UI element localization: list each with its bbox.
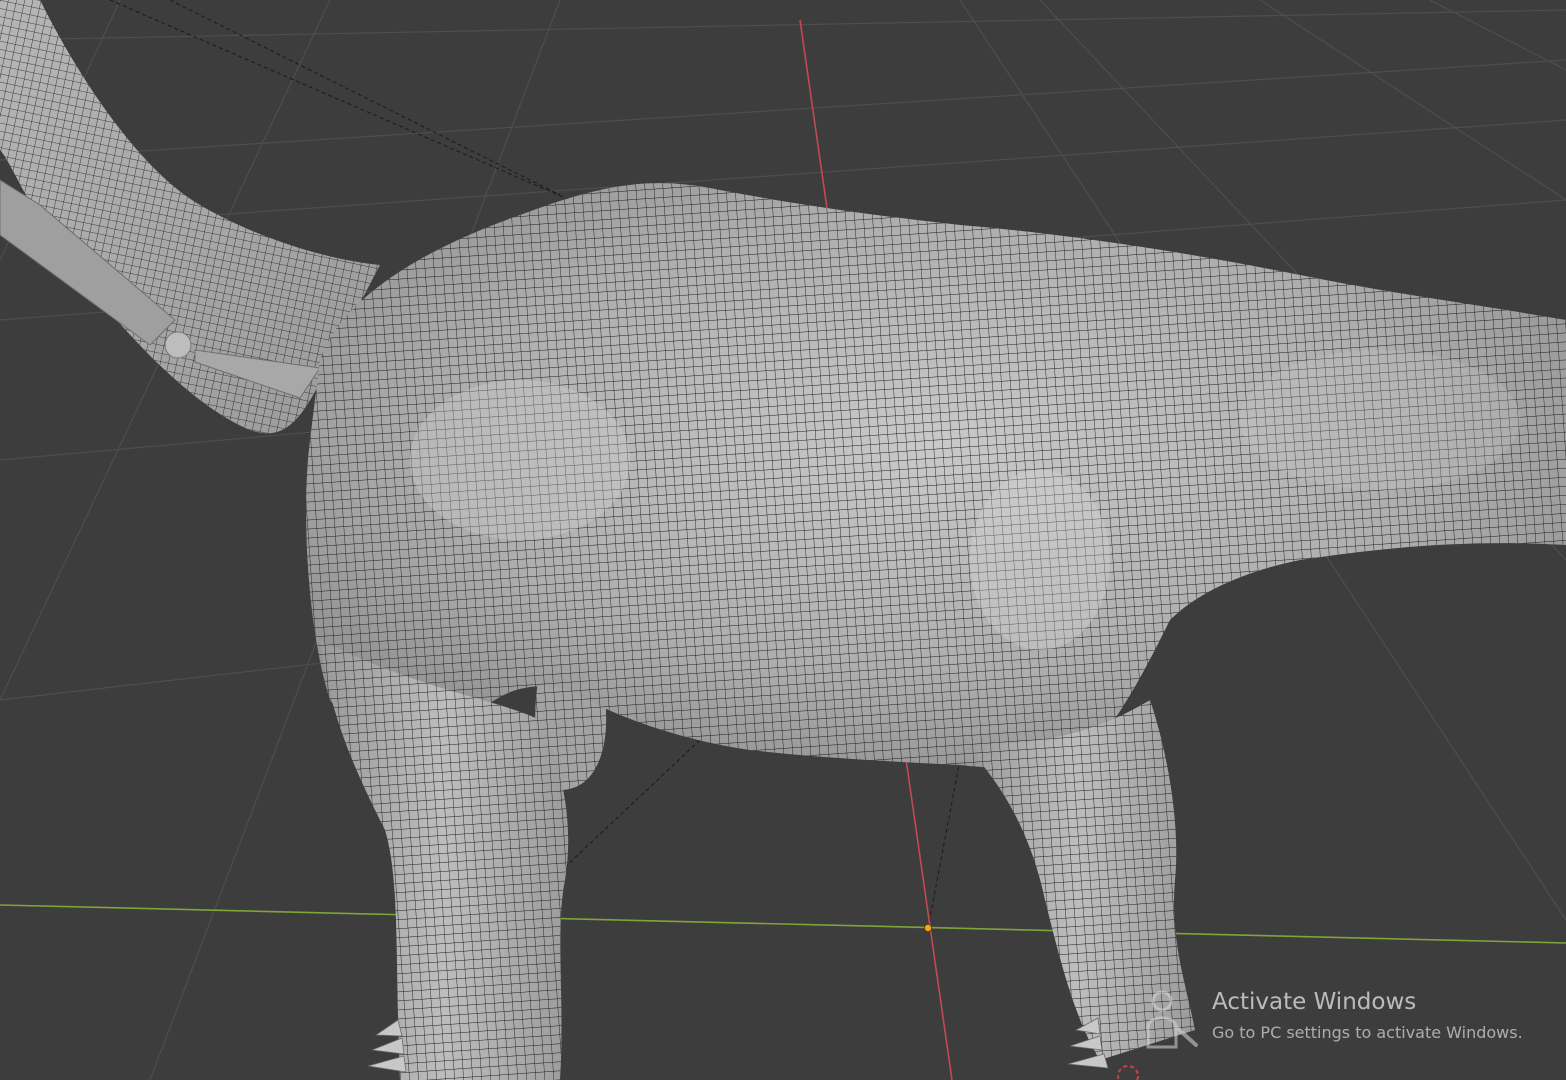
y-axis-line xyxy=(0,904,1566,944)
object-origin-dot[interactable] xyxy=(924,924,933,933)
3d-viewport[interactable]: Activate Windows Go to PC settings to ac… xyxy=(0,0,1566,1080)
dinosaur-mesh[interactable] xyxy=(0,0,1566,1080)
3d-cursor[interactable] xyxy=(1117,1065,1139,1080)
viewport-scene[interactable] xyxy=(0,0,1566,1080)
